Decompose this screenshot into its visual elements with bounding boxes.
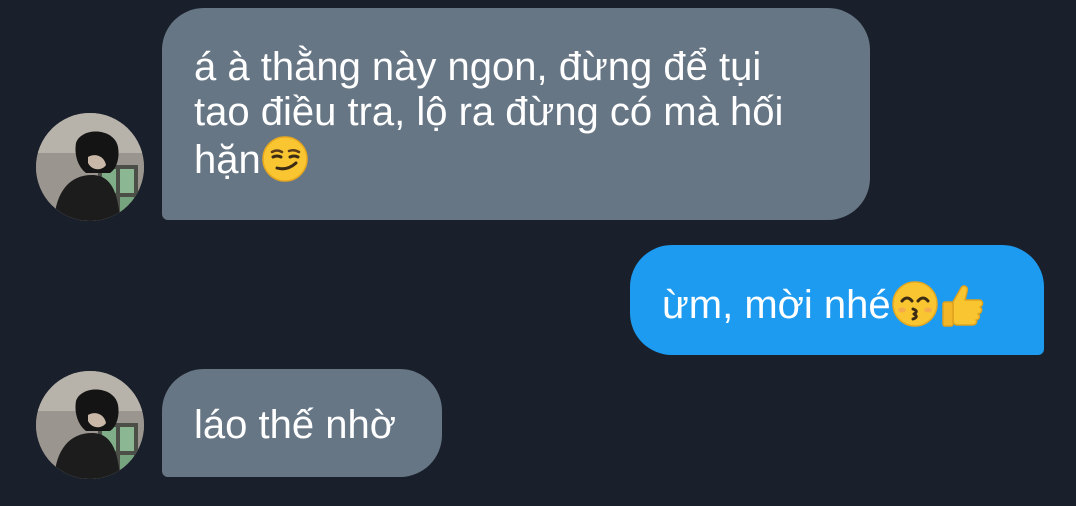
- incoming-message-bubble[interactable]: á à thằng này ngon, đừng để tụi tao điều…: [162, 8, 870, 220]
- kissing-face-smiling-eyes-icon: [891, 280, 939, 328]
- avatar[interactable]: [36, 113, 144, 221]
- message-text: láo thế nhờ: [194, 403, 396, 447]
- avatar-photo: [36, 113, 144, 221]
- message-text: ừm, mời nhé: [662, 283, 891, 327]
- avatar[interactable]: [36, 371, 144, 479]
- outgoing-message-bubble[interactable]: ừm, mời nhé: [630, 245, 1044, 355]
- incoming-message-bubble[interactable]: láo thế nhờ: [162, 369, 442, 477]
- smirking-face-icon: [261, 135, 309, 183]
- chat-thread: á à thằng này ngon, đừng để tụi tao điều…: [0, 0, 1076, 506]
- thumbs-up-icon: [939, 280, 987, 328]
- avatar-photo: [36, 371, 144, 479]
